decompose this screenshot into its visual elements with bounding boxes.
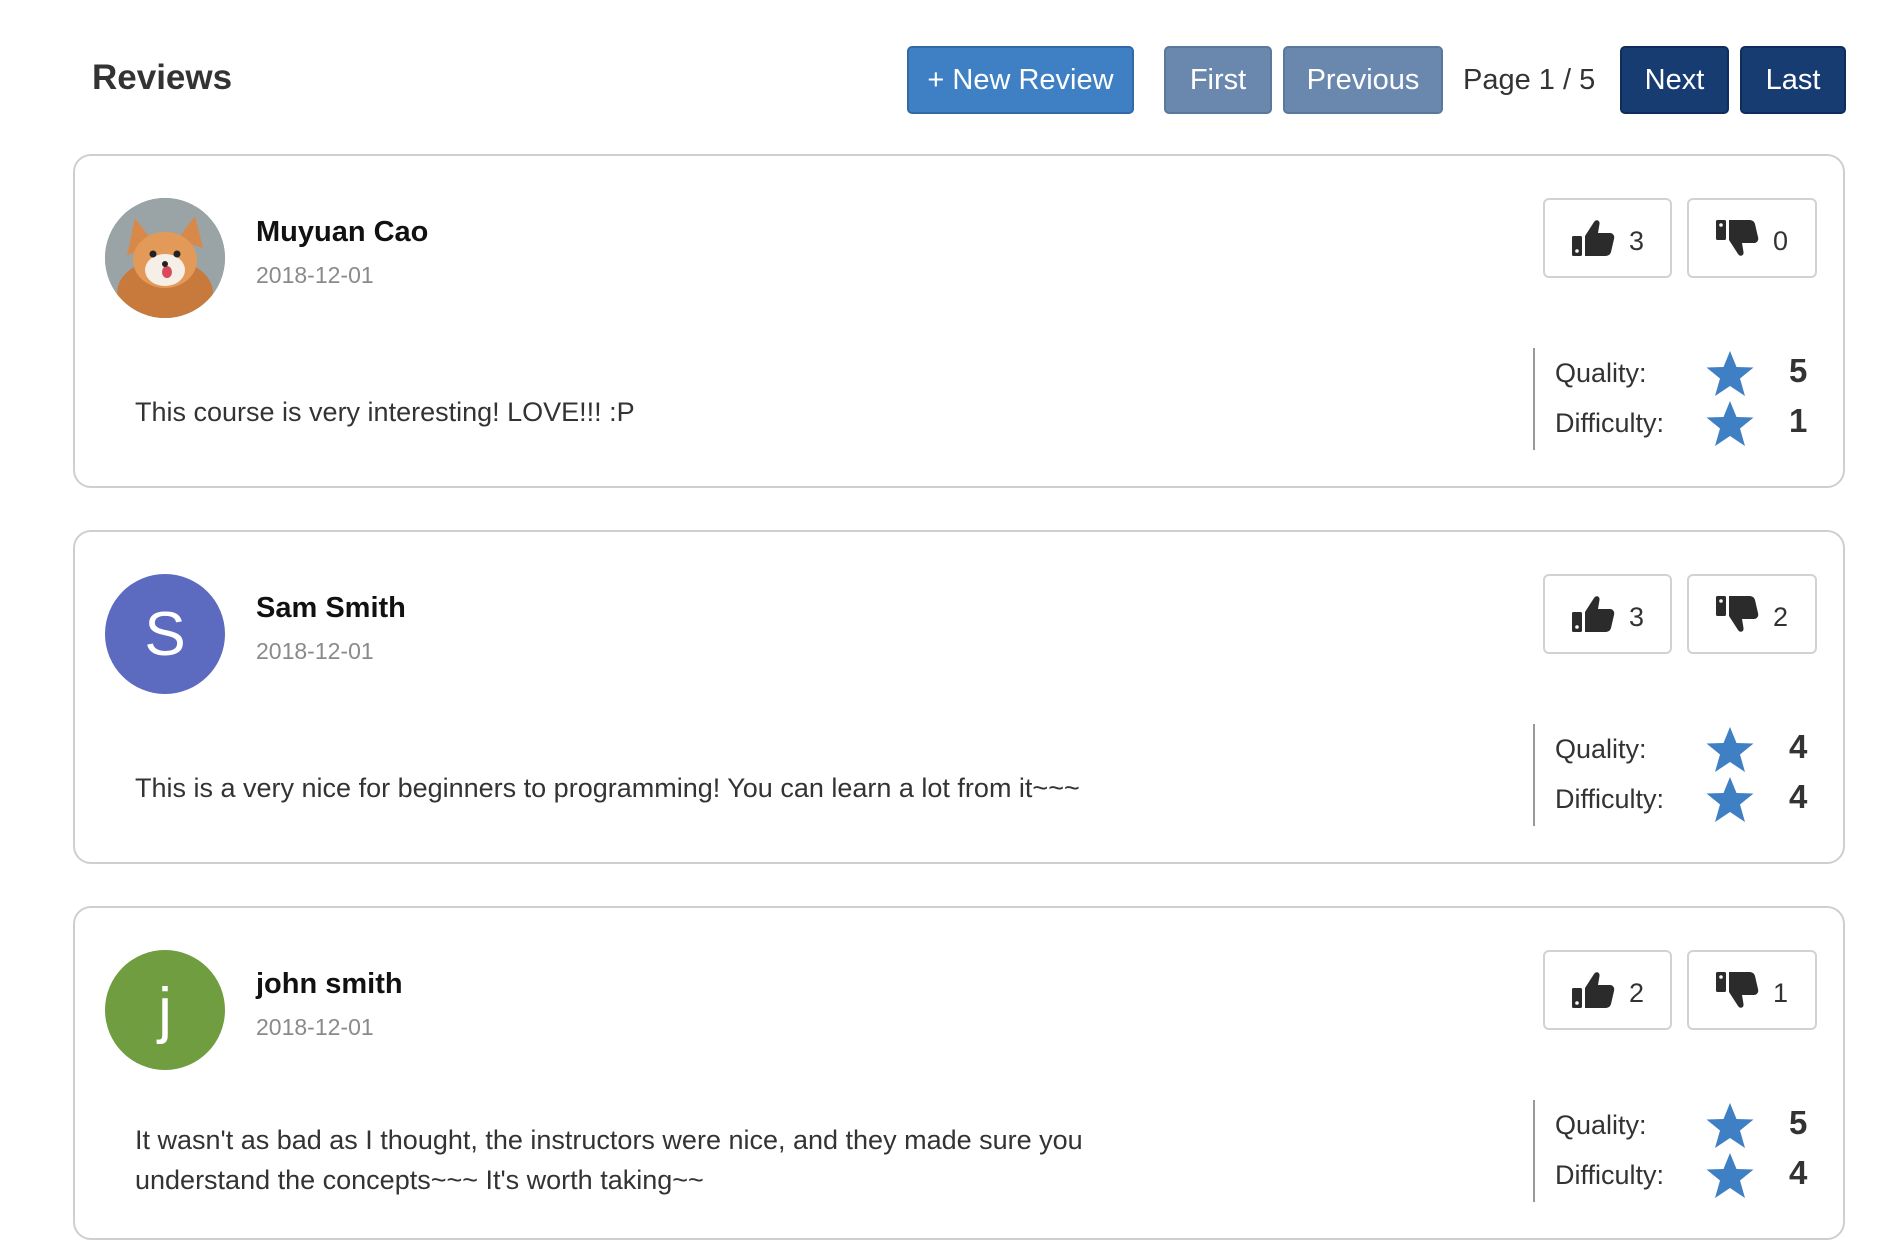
avatar-initial: j	[158, 975, 172, 1045]
thumbs-up-icon	[1572, 972, 1615, 1008]
quality-rating: Quality: 5	[1535, 348, 1823, 398]
last-page-button[interactable]: Last	[1740, 46, 1846, 114]
page-indicator: Page 1 / 5	[1463, 63, 1596, 96]
difficulty-rating: Difficulty: 1	[1535, 398, 1823, 448]
thumbs-down-count: 2	[1773, 602, 1789, 632]
thumbs-up-icon	[1572, 596, 1615, 632]
thumbs-down-icon	[1716, 972, 1759, 1008]
thumbs-up-button[interactable]: 3	[1543, 574, 1672, 654]
difficulty-rating: Difficulty: 4	[1535, 774, 1823, 824]
review-date: 2018-12-01	[256, 262, 374, 288]
rating-block: Quality: 4 Difficulty: 4	[1533, 724, 1823, 826]
quality-rating: Quality: 5	[1535, 1100, 1823, 1150]
author-name: Muyuan Cao	[256, 216, 429, 248]
difficulty-label: Difficulty:	[1555, 1160, 1665, 1190]
star-icon	[1706, 1153, 1754, 1198]
quality-value: 5	[1789, 352, 1808, 389]
difficulty-value: 4	[1789, 778, 1808, 815]
review-date: 2018-12-01	[256, 1014, 374, 1040]
star-icon	[1706, 777, 1754, 822]
difficulty-value: 1	[1789, 402, 1808, 439]
next-page-button[interactable]: Next	[1620, 46, 1729, 114]
review-text: This is a very nice for beginners to pro…	[135, 773, 1080, 803]
thumbs-down-button[interactable]: 2	[1687, 574, 1817, 654]
difficulty-value: 4	[1789, 1154, 1808, 1191]
difficulty-rating: Difficulty: 4	[1535, 1150, 1823, 1200]
thumbs-up-button[interactable]: 3	[1543, 198, 1672, 278]
difficulty-label: Difficulty:	[1555, 784, 1665, 814]
author-name: john smith	[256, 968, 403, 1000]
reviews-page: Reviews + New Review First Previous Page…	[0, 0, 1892, 1256]
pagination-toolbar: + New Review First Previous Page 1 / 5 N…	[0, 46, 1892, 114]
quality-label: Quality:	[1555, 734, 1647, 764]
thumbs-down-count: 0	[1773, 226, 1789, 256]
thumbs-up-count: 2	[1629, 978, 1645, 1008]
quality-rating: Quality: 4	[1535, 724, 1823, 774]
thumbs-down-button[interactable]: 0	[1687, 198, 1817, 278]
rating-block: Quality: 5 Difficulty: 4	[1533, 1100, 1823, 1202]
review-text: It wasn't as bad as I thought, the instr…	[135, 1125, 1083, 1195]
quality-value: 4	[1789, 728, 1808, 765]
first-page-button[interactable]: First	[1164, 46, 1272, 114]
review-date: 2018-12-01	[256, 638, 374, 664]
previous-page-button[interactable]: Previous	[1283, 46, 1443, 114]
avatar: j	[105, 950, 225, 1070]
star-icon	[1706, 1103, 1754, 1148]
thumbs-up-count: 3	[1629, 226, 1645, 256]
difficulty-label: Difficulty:	[1555, 408, 1665, 438]
avatar-initial: S	[144, 599, 186, 669]
fox-avatar-icon	[105, 198, 225, 318]
review-card: Muyuan Cao 2018-12-01 This course is ver…	[73, 154, 1845, 488]
rating-block: Quality: 5 Difficulty: 1	[1533, 348, 1823, 450]
author-name: Sam Smith	[256, 592, 406, 624]
thumbs-up-button[interactable]: 2	[1543, 950, 1672, 1030]
thumbs-down-count: 1	[1773, 978, 1789, 1008]
thumbs-down-icon	[1716, 596, 1759, 632]
quality-label: Quality:	[1555, 1110, 1647, 1140]
thumbs-down-icon	[1716, 220, 1759, 256]
thumbs-up-count: 3	[1629, 602, 1645, 632]
star-icon	[1706, 727, 1754, 772]
avatar	[105, 198, 225, 318]
star-icon	[1706, 351, 1754, 396]
quality-value: 5	[1789, 1104, 1808, 1141]
review-card: j john smith 2018-12-01 It wasn't as bad…	[73, 906, 1845, 1240]
new-review-button[interactable]: + New Review	[907, 46, 1134, 114]
thumbs-up-icon	[1572, 220, 1615, 256]
review-text: This course is very interesting! LOVE!!!…	[135, 397, 635, 427]
star-icon	[1706, 401, 1754, 446]
review-card: S Sam Smith 2018-12-01 This is a very ni…	[73, 530, 1845, 864]
quality-label: Quality:	[1555, 358, 1647, 388]
thumbs-down-button[interactable]: 1	[1687, 950, 1817, 1030]
avatar: S	[105, 574, 225, 694]
